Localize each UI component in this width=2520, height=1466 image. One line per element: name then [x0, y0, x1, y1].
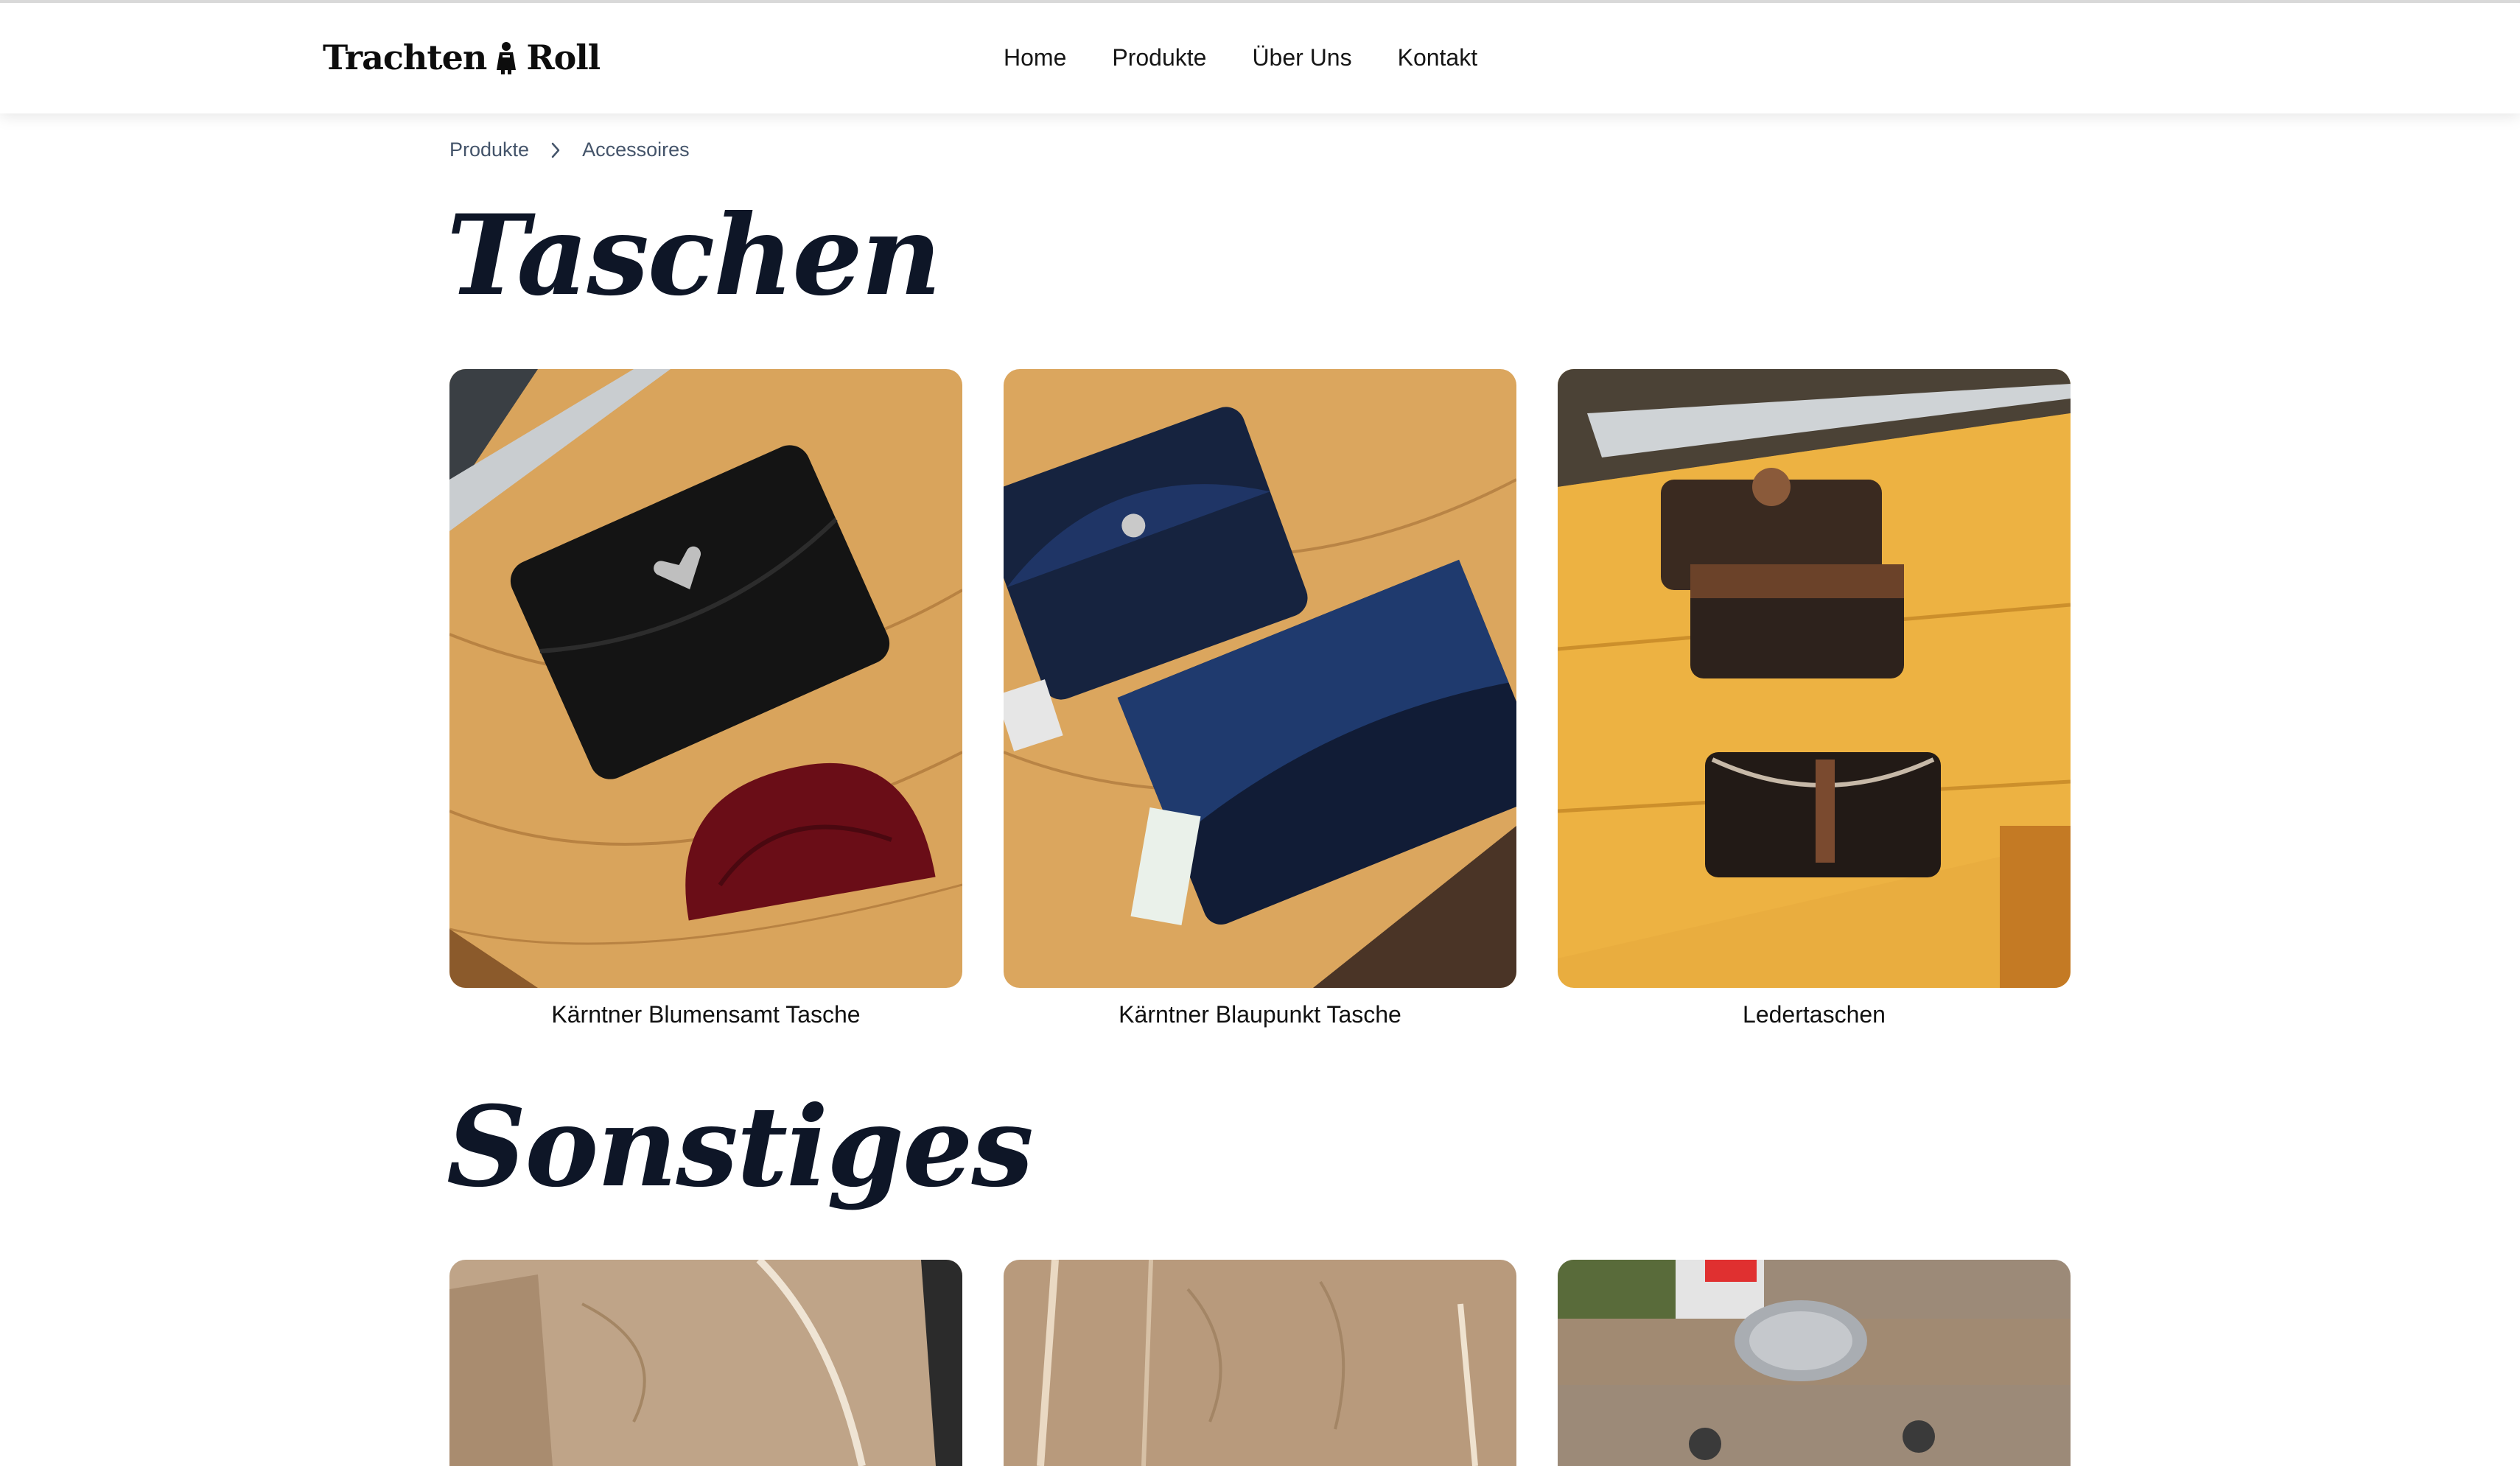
product-card[interactable]: [1004, 1260, 1516, 1466]
product-image[interactable]: [1558, 369, 2071, 988]
product-image[interactable]: [449, 369, 962, 988]
product-card[interactable]: [1558, 1260, 2071, 1466]
product-image[interactable]: [1004, 369, 1516, 988]
product-card[interactable]: Kärntner Blaupunkt Tasche: [1004, 369, 1516, 1028]
breadcrumb-accessoires[interactable]: Accessoires: [582, 138, 690, 161]
logo-text-right: Roll: [526, 38, 601, 77]
product-name[interactable]: Kärntner Blaupunkt Tasche: [1004, 1001, 1516, 1028]
logo-figure-icon: [497, 42, 517, 74]
site-header: Trachten Roll Home Produkte Über Uns Kon…: [0, 0, 2520, 113]
product-card[interactable]: Ledertaschen: [1558, 369, 2071, 1028]
product-name[interactable]: Kärntner Blumensamt Tasche: [449, 1001, 962, 1028]
product-card[interactable]: [449, 1260, 962, 1466]
product-card[interactable]: Kärntner Blumensamt Tasche: [449, 369, 962, 1028]
product-image[interactable]: [1558, 1260, 2071, 1466]
nav-produkte[interactable]: Produkte: [1112, 40, 1206, 75]
main-nav: Home Produkte Über Uns Kontakt: [1004, 40, 1477, 75]
chevron-right-icon: [551, 142, 560, 158]
breadcrumb-produkte[interactable]: Produkte: [449, 138, 529, 161]
breadcrumb: Produkte Accessoires: [449, 138, 690, 161]
product-image[interactable]: [449, 1260, 962, 1466]
section-title-sonstiges: Sonstiges: [447, 1082, 1034, 1212]
product-name[interactable]: Ledertaschen: [1558, 1001, 2071, 1028]
nav-ueber-uns[interactable]: Über Uns: [1252, 40, 1351, 75]
section-title-taschen: Taschen: [447, 191, 942, 320]
logo-text-left: Trachten: [323, 38, 487, 77]
nav-home[interactable]: Home: [1004, 40, 1066, 75]
nav-kontakt[interactable]: Kontakt: [1398, 40, 1478, 75]
product-image[interactable]: [1004, 1260, 1516, 1466]
site-logo[interactable]: Trachten Roll: [323, 35, 601, 80]
